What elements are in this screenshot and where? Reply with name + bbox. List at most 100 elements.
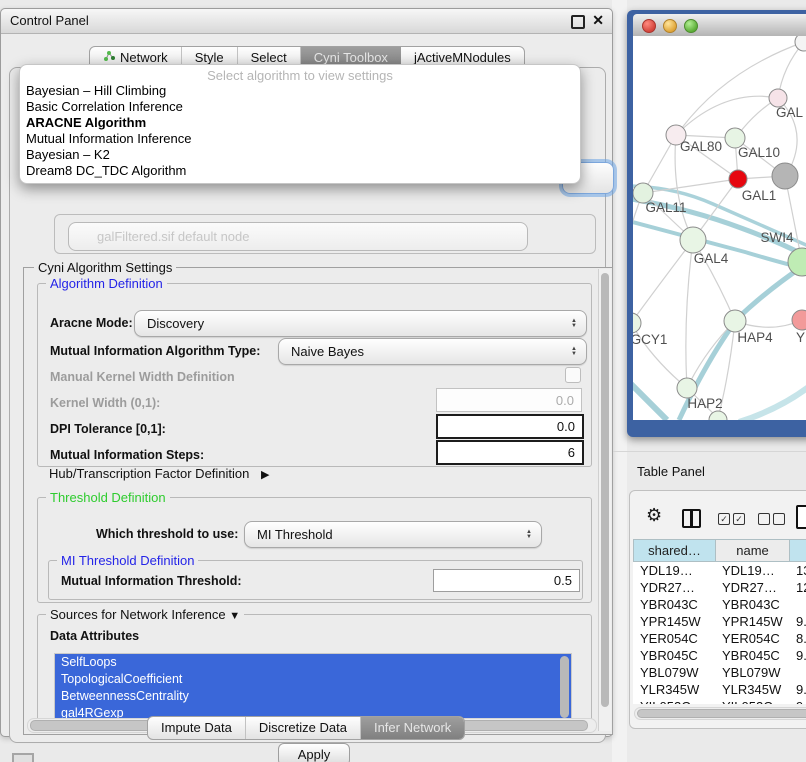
close-traffic-light[interactable]: [642, 19, 656, 33]
float-window-icon[interactable]: [571, 15, 585, 29]
minimize-traffic-light[interactable]: [663, 19, 677, 33]
expand-arrow-icon[interactable]: ▶: [261, 469, 269, 481]
tab-impute-data[interactable]: Impute Data: [148, 717, 246, 739]
checked-checkbox-icon[interactable]: ✓: [733, 513, 745, 525]
table-horizontal-scrollbar[interactable]: [634, 707, 806, 720]
table-row[interactable]: YDL19…YDL19…13: [633, 562, 806, 579]
panel-title: Control Panel: [10, 13, 89, 28]
group-title: Threshold Definition: [46, 490, 170, 505]
algorithm-option-basic-correlation-inference[interactable]: Basic Correlation Inference: [26, 99, 574, 115]
table-cell: [789, 596, 806, 613]
vertical-scrollbar[interactable]: [598, 269, 611, 731]
network-window-titlebar[interactable]: [633, 14, 806, 37]
graph-node-hap4[interactable]: [724, 310, 746, 332]
unchecked-checkbox-icon[interactable]: [773, 513, 785, 525]
cyni-mode-tabs: Impute DataDiscretize DataInfer Network: [147, 716, 465, 740]
graph-node-hap2[interactable]: [677, 378, 697, 398]
attribute-item-selfloops[interactable]: SelfLoops: [55, 654, 571, 671]
tab-discretize-data[interactable]: Discretize Data: [246, 717, 361, 739]
table-row[interactable]: YIL052CYIL052C9: [633, 698, 806, 704]
mi-threshold-group: MI Threshold Definition Mutual Informati…: [48, 560, 583, 600]
table-row[interactable]: YDR27…YDR27…12: [633, 579, 806, 596]
node-label-gal1: GAL1: [742, 188, 777, 203]
node-label-gal11: GAL11: [645, 200, 686, 215]
graph-edge[interactable]: [633, 378, 667, 420]
graph-node-gcy1[interactable]: [633, 313, 641, 333]
column-view-icon[interactable]: [682, 509, 701, 528]
table-cell: YBR045C: [715, 647, 789, 664]
apply-button[interactable]: Apply: [278, 743, 350, 762]
network-table-combobox[interactable]: galFiltered.sif default node: [68, 222, 528, 251]
attribute-item-betweennesscentrality[interactable]: BetweennessCentrality: [55, 688, 571, 705]
table-cell: 13: [789, 562, 806, 579]
collapsed-panel-button[interactable]: [12, 753, 34, 762]
graph-edge[interactable]: [633, 193, 643, 323]
table-cell: YDR27…: [715, 579, 789, 596]
table-cell: YDL19…: [633, 562, 715, 579]
graph-node-y[interactable]: [792, 310, 806, 330]
kernel-width-label: Kernel Width (0,1):: [50, 396, 160, 410]
algorithm-definition-group: Algorithm Definition Aracne Mode: Discov…: [37, 283, 592, 467]
graph-node-gal4[interactable]: [680, 227, 706, 253]
attribute-item-topologicalcoefficient[interactable]: TopologicalCoefficient: [55, 671, 571, 688]
mi-type-select[interactable]: Naive Bayes ▲▼: [278, 338, 587, 365]
dpi-tolerance-field[interactable]: 0.0: [436, 414, 584, 439]
column-header-shared-[interactable]: shared…: [633, 539, 715, 562]
group-title: MI Threshold Definition: [57, 553, 198, 568]
graph-edge[interactable]: [643, 179, 738, 193]
close-icon[interactable]: ✕: [592, 12, 604, 29]
which-threshold-select[interactable]: MI Threshold ▲▼: [244, 521, 542, 548]
algorithm-option-mutual-information-inference[interactable]: Mutual Information Inference: [26, 131, 574, 147]
checked-checkbox-icon[interactable]: ✓: [718, 513, 730, 525]
scrollbar-thumb[interactable]: [601, 273, 609, 707]
graph-node-gray-node[interactable]: [772, 163, 798, 189]
gear-icon[interactable]: ⚙: [646, 505, 662, 526]
table-row[interactable]: YBR043CYBR043C: [633, 596, 806, 613]
table-cell: YDR27…: [633, 579, 715, 596]
table-cell: 9: [789, 698, 806, 704]
algorithm-option-aracne-algorithm[interactable]: ARACNE Algorithm: [26, 115, 574, 131]
network-canvas[interactable]: GALGAL80GAL10GAL1GAL11GAL4SWI4HAP4YGCY1H…: [633, 36, 806, 420]
table-row[interactable]: YBL079WYBL079W: [633, 664, 806, 681]
mi-threshold-field[interactable]: 0.5: [433, 569, 580, 592]
table-cell: 9.: [789, 647, 806, 664]
node-label-gal: GAL: [776, 105, 804, 120]
column-header-a[interactable]: A: [789, 539, 806, 562]
table-row[interactable]: YBR045CYBR045C9.: [633, 647, 806, 664]
table-row[interactable]: YLR345WYLR345W9.: [633, 681, 806, 698]
collapse-arrow-icon[interactable]: ▼: [229, 610, 240, 622]
aracne-mode-select[interactable]: Discovery ▲▼: [134, 310, 587, 337]
table-cell: YER054C: [715, 630, 789, 647]
graph-edge[interactable]: [686, 240, 693, 388]
document-icon[interactable]: [796, 505, 806, 529]
node-label-gal80: GAL80: [680, 139, 722, 154]
hub-definition-toggle[interactable]: Hub/Transcription Factor Definition ▶: [49, 466, 269, 481]
graph-node-gal1[interactable]: [729, 170, 747, 188]
node-label-gal4: GAL4: [694, 251, 729, 266]
algorithm-option-bayesian-k2[interactable]: Bayesian – K2: [26, 147, 574, 163]
graph-edge[interactable]: [739, 382, 806, 420]
graph-node-node-top-edge[interactable]: [795, 36, 806, 51]
node-label-y: Y: [796, 330, 805, 345]
manual-kernel-checkbox[interactable]: [565, 367, 581, 383]
graph-edge[interactable]: [633, 240, 693, 323]
mi-steps-field[interactable]: 6: [436, 440, 584, 465]
table-cell: YLR345W: [633, 681, 715, 698]
table-row[interactable]: YER054CYER054C8.: [633, 630, 806, 647]
table-cell: YER054C: [633, 630, 715, 647]
algorithm-option-bayesian-hill-climbing[interactable]: Bayesian – Hill Climbing: [26, 83, 574, 99]
column-header-name[interactable]: name: [715, 539, 789, 562]
table-row[interactable]: YPR145WYPR145W9.: [633, 613, 806, 630]
tab-infer-network[interactable]: Infer Network: [361, 717, 464, 739]
algorithm-option-dream8-dc-tdc-algorithm[interactable]: Dream8 DC_TDC Algorithm: [26, 163, 574, 179]
list-scrollbar[interactable]: [560, 656, 569, 718]
unchecked-checkbox-icon[interactable]: [758, 513, 770, 525]
table-cell: YBL079W: [715, 664, 789, 681]
zoom-traffic-light[interactable]: [684, 19, 698, 33]
data-attributes-list[interactable]: SelfLoopsTopologicalCoefficientBetweenne…: [54, 653, 572, 723]
table-cell: YPR145W: [633, 613, 715, 630]
dropdown-placeholder: Select algorithm to view settings: [20, 68, 580, 83]
cyni-settings-pane: Cyni Algorithm Settings Algorithm Defini…: [23, 267, 613, 735]
kernel-width-field[interactable]: 0.0: [436, 388, 582, 412]
scrollbar-thumb[interactable]: [637, 709, 806, 718]
